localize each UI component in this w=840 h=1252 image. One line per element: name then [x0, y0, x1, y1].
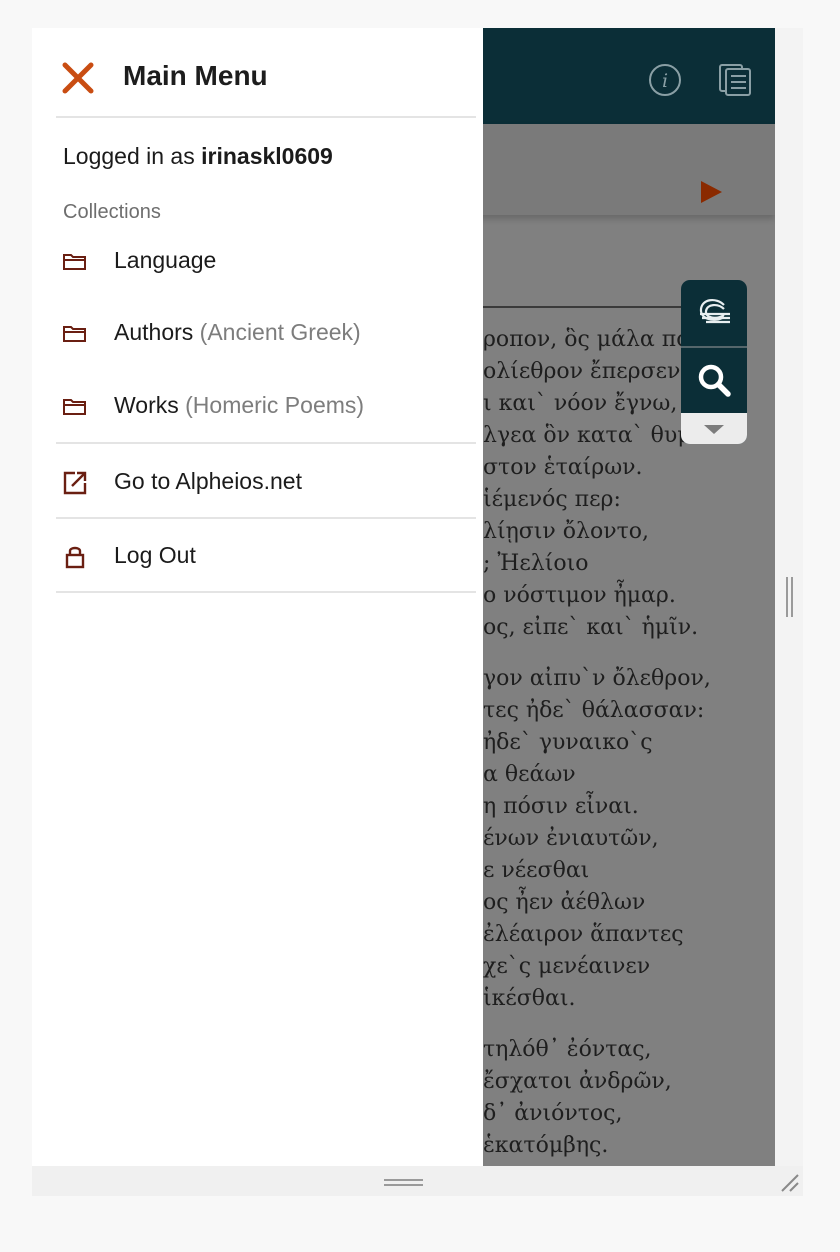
greek-line: ἐλέαιρον ἅπαντες [483, 922, 684, 947]
username: irinaskl0609 [201, 143, 333, 169]
greek-line: ἠδε` γυναικο`ς [483, 730, 653, 755]
menu-item-label: Language [114, 247, 216, 274]
menu-item-works[interactable]: Works (Homeric Poems) [56, 382, 476, 432]
menu-item-language[interactable]: Language [56, 237, 476, 287]
divider [56, 517, 476, 519]
lock-icon [65, 546, 85, 569]
menu-item-label: Works (Homeric Poems) [114, 392, 364, 419]
greek-line: ος ἦεν ἀέθλων [483, 890, 646, 915]
alpheios-logo-icon[interactable] [694, 295, 734, 331]
item-sublabel: (Homeric Poems) [185, 392, 365, 418]
item-label: Works [114, 392, 179, 418]
external-link-icon [63, 471, 87, 495]
greek-line: ι και` νόον ἔγνω, [483, 391, 678, 416]
menu-item-label: Go to Alpheios.net [114, 468, 302, 494]
horizontal-resize-handle[interactable] [384, 1177, 423, 1187]
main-menu-drawer: Main Menu Logged in as irinaskl0609 Coll… [32, 28, 483, 1166]
greek-line: λίῃσιν ὄλοντο, [483, 519, 649, 544]
login-prefix: Logged in as [63, 143, 195, 169]
info-icon[interactable]: i [648, 63, 682, 97]
item-label: Language [114, 247, 217, 273]
greek-line: ος, εἰπε` και` ἡμῖν. [483, 615, 699, 640]
greek-line: ένων ἐνιαυτῶν, [483, 826, 659, 851]
greek-line: η πόσιν εἶναι. [483, 794, 639, 819]
vertical-resize-handle[interactable] [785, 577, 795, 617]
greek-line: ἑκατόμβης. [483, 1133, 609, 1158]
greek-line: α θεάων [483, 762, 576, 787]
greek-line: ἱέμενός περ: [483, 487, 621, 512]
toolbar-divider [681, 346, 747, 348]
menu-item-logout[interactable]: Log Out [56, 532, 476, 582]
greek-line: στον ἑταίρων. [483, 455, 643, 480]
divider [56, 442, 476, 444]
folder-icon [63, 399, 86, 415]
greek-line: ἔσχατοι ἀνδρῶν, [483, 1069, 672, 1094]
chevron-down-icon[interactable] [704, 425, 724, 434]
greek-line: δ᾽ ἀνιόντος, [483, 1101, 623, 1126]
item-label: Authors [114, 319, 194, 345]
greek-line: γον αἰπυ`ν ὄλεθρον, [483, 666, 711, 691]
collections-label: Collections [63, 201, 161, 223]
greek-line: ολίεθρον ἔπερσεν: [483, 359, 688, 384]
greek-line: ἱκέσθαι. [483, 986, 576, 1011]
login-status: Logged in as irinaskl0609 [63, 143, 333, 170]
divider [56, 116, 476, 118]
folder-icon [63, 326, 86, 342]
menu-title: Main Menu [123, 60, 268, 91]
item-sublabel: (Ancient Greek) [199, 319, 361, 345]
floating-toolbar [681, 280, 747, 444]
greek-line: ροπον, ὃς μάλα πολ [483, 327, 704, 352]
greek-line: ; Ἠελίοιο [483, 551, 589, 576]
divider [56, 591, 476, 593]
close-icon[interactable] [62, 62, 94, 94]
greek-line: τηλόθ᾽ ἐόντας, [483, 1037, 652, 1062]
greek-line: ο νόστιμον ἦμαρ. [483, 583, 676, 608]
menu-item-label: Log Out [114, 542, 196, 568]
greek-line: ε νέεσθαι [483, 858, 590, 883]
greek-line: τες ἠδε` θάλασσαν: [483, 698, 705, 723]
menu-item-authors[interactable]: Authors (Ancient Greek) [56, 309, 476, 359]
resize-corner-icon[interactable] [778, 1172, 802, 1194]
search-icon[interactable] [696, 362, 732, 398]
menu-item-label: Authors (Ancient Greek) [114, 319, 361, 346]
svg-text:i: i [662, 70, 668, 92]
browser-panel: i ροπον, ὃς μάλα πολ ολίεθρον ἔπερσεν: ι… [32, 28, 775, 1166]
greek-line: λγεα ὃν κατα` θυμ [483, 423, 692, 448]
pages-icon[interactable] [718, 63, 752, 97]
play-icon[interactable] [701, 181, 722, 203]
greek-line: χε`ς μενέαινεν [483, 954, 651, 979]
menu-item-goto-alpheios[interactable]: Go to Alpheios.net [56, 458, 476, 508]
folder-icon [63, 254, 86, 270]
